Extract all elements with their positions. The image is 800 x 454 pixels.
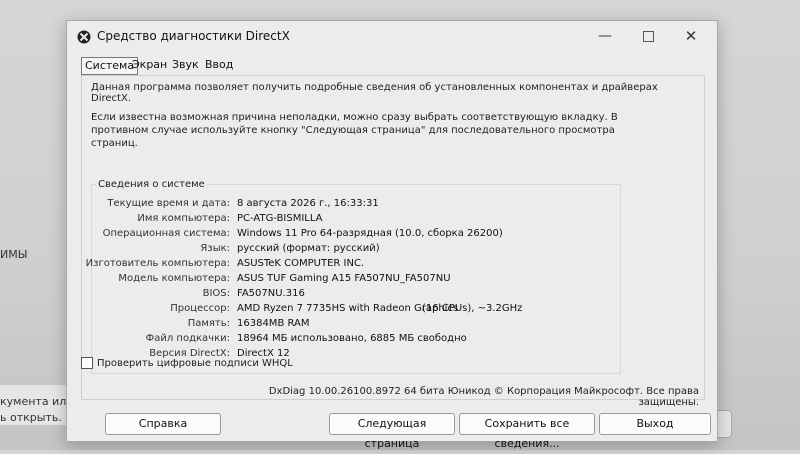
save-all-info-button[interactable]: Сохранить все сведения... xyxy=(459,413,595,450)
info-label: Память: xyxy=(187,318,230,329)
info-value-cpu-speed: (16 CPUs), ~3.2GHz xyxy=(422,303,523,314)
exit-button[interactable]: Выход xyxy=(599,413,711,435)
info-row-model: Модель компьютера: ASUS TUF Gaming A15 F… xyxy=(92,273,620,287)
info-label: Язык: xyxy=(200,243,230,254)
info-value: PC-ATG-BISMILLA xyxy=(237,213,323,224)
info-label: Имя компьютера: xyxy=(137,213,230,224)
dxdiag-window: Средство диагностики DirectX — ✕ Система… xyxy=(66,20,718,450)
tab-sound[interactable]: Звук xyxy=(169,57,202,73)
group-title: Сведения о системе xyxy=(96,179,207,190)
info-label: Изготовитель компьютера: xyxy=(85,258,230,269)
info-value: 18964 МБ использовано, 6885 МБ свободно xyxy=(237,333,467,344)
info-row-bios: BIOS: FA507NU.316 xyxy=(92,288,620,302)
info-row-processor: Процессор: AMD Ryzen 7 7735HS with Radeo… xyxy=(92,303,620,317)
minimize-button[interactable]: — xyxy=(587,25,623,47)
window-title: Средство диагностики DirectX xyxy=(97,29,290,43)
info-value: русский (формат: русский) xyxy=(237,243,380,254)
info-value: ASUS TUF Gaming A15 FA507NU_FA507NU xyxy=(237,273,451,284)
hint-text: Если известна возможная причина неполадк… xyxy=(91,112,618,149)
background-text-3: ь открыть. xyxy=(0,411,62,424)
tab-input[interactable]: Ввод xyxy=(202,57,236,73)
title-bar[interactable]: Средство диагностики DirectX — ✕ xyxy=(67,21,717,51)
info-label: Файл подкачки: xyxy=(145,333,230,344)
info-row-manufacturer: Изготовитель компьютера: ASUSTeK COMPUTE… xyxy=(86,258,620,272)
info-value: 16384MB RAM xyxy=(237,318,310,329)
whql-checkbox-label: Проверить цифровые подписи WHQL xyxy=(97,358,293,369)
system-info-group: Сведения о системе Текущие время и дата:… xyxy=(86,179,621,374)
info-value: ASUSTeK COMPUTER INC. xyxy=(237,258,365,269)
info-value: 8 августа 2026 г., 16:33:31 xyxy=(237,198,379,209)
info-label: Текущие время и дата: xyxy=(107,198,230,209)
background-text-1: ИМЫ xyxy=(0,248,28,261)
background-text-2: кумента или xyxy=(0,395,74,408)
info-row-memory: Память: 16384MB RAM xyxy=(92,318,620,332)
help-button[interactable]: Справка xyxy=(105,413,221,435)
tab-display[interactable]: Экран xyxy=(129,57,170,73)
info-row-datetime: Текущие время и дата: 8 августа 2026 г.,… xyxy=(92,198,620,212)
next-page-button[interactable]: Следующая страница xyxy=(329,413,455,450)
info-row-language: Язык: русский (формат: русский) xyxy=(92,243,620,257)
info-label: Операционная система: xyxy=(102,228,230,239)
info-row-computer-name: Имя компьютера: PC-ATG-BISMILLA xyxy=(92,213,620,227)
maximize-icon xyxy=(642,30,654,42)
info-label: Процессор: xyxy=(170,303,230,314)
info-value: Windows 11 Pro 64-разрядная (10.0, сборк… xyxy=(237,228,503,239)
copyright-text: DxDiag 10.00.26100.8972 64 бита Юникод ©… xyxy=(268,386,699,408)
info-label: Модель компьютера: xyxy=(118,273,230,284)
whql-checkbox[interactable] xyxy=(81,357,93,369)
info-value: FA507NU.316 xyxy=(237,288,305,299)
system-tab-panel: Данная программа позволяет получить подр… xyxy=(81,75,705,400)
info-label: BIOS: xyxy=(202,288,230,299)
maximize-button[interactable] xyxy=(630,25,666,47)
info-row-pagefile: Файл подкачки: 18964 МБ использовано, 68… xyxy=(92,333,620,347)
info-row-os: Операционная система: Windows 11 Pro 64-… xyxy=(92,228,620,242)
whql-checkbox-row[interactable]: Проверить цифровые подписи WHQL xyxy=(81,357,293,369)
close-button[interactable]: ✕ xyxy=(673,25,709,47)
dxdiag-app-icon xyxy=(77,30,91,44)
intro-text: Данная программа позволяет получить подр… xyxy=(91,82,658,104)
